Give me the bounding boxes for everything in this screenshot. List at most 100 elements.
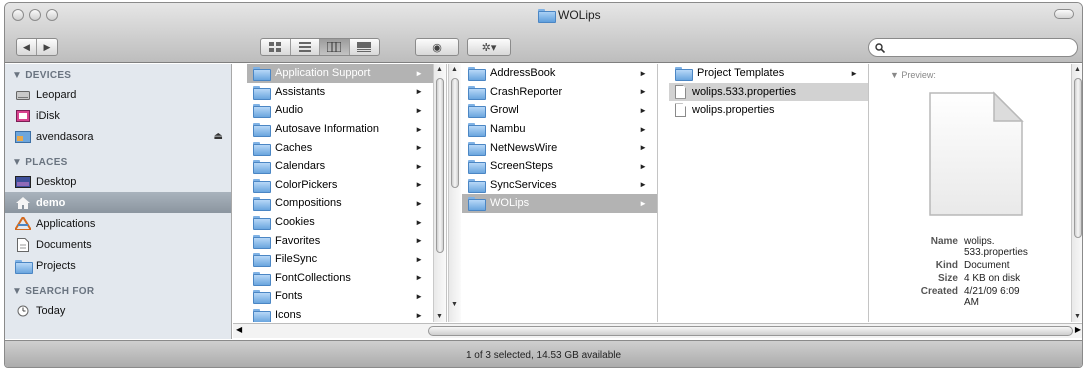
sidebar-item-label: Today xyxy=(36,304,66,317)
list-item-label: Compositions xyxy=(275,197,342,210)
action-menu-button[interactable]: ✲▾ xyxy=(467,38,511,56)
sidebar-item-label: demo xyxy=(36,196,66,209)
toolbar-toggle-button[interactable] xyxy=(1054,9,1074,19)
sidebar-item-idisk[interactable]: iDisk xyxy=(5,105,231,126)
list-view-button[interactable] xyxy=(291,39,320,55)
sidebar-item-applications[interactable]: Applications xyxy=(5,213,231,234)
column-scrollbar[interactable]: ▲ ▼ xyxy=(433,64,446,322)
list-item[interactable]: FileSync ► xyxy=(247,250,433,269)
sidebar-item-documents[interactable]: Documents xyxy=(5,234,231,255)
list-item[interactable]: ColorPickers ► xyxy=(247,176,433,195)
list-item[interactable]: Fonts ► xyxy=(247,287,433,306)
chevron-right-icon: ► xyxy=(415,236,423,246)
folder-icon xyxy=(253,160,271,175)
list-item[interactable]: SyncServices ► xyxy=(462,176,657,195)
coverflow-view-button[interactable] xyxy=(350,39,379,55)
icon-view-button[interactable] xyxy=(261,39,291,55)
list-item[interactable]: ScreenSteps ► xyxy=(462,157,657,176)
minimize-button[interactable] xyxy=(29,9,41,21)
list-item[interactable]: Application Support ► xyxy=(247,64,433,83)
list-item[interactable]: Calendars ► xyxy=(247,157,433,176)
column-scrollbar[interactable]: ▲ ▼ xyxy=(448,64,461,322)
folder-icon xyxy=(253,216,271,231)
list-item[interactable]: Nambu ► xyxy=(462,120,657,139)
list-item[interactable]: Audio ► xyxy=(247,101,433,120)
column-view-button[interactable] xyxy=(320,39,350,55)
horizontal-scroll-thumb[interactable] xyxy=(428,326,1073,336)
title-bar: WOLips ◀ ▶ ◉ ✲▾ xyxy=(5,3,1082,63)
list-item-label: Calendars xyxy=(275,160,326,173)
finder-window: WOLips ◀ ▶ ◉ ✲▾ ▼ DEVICES Leopard iDisk … xyxy=(4,2,1083,368)
folder-icon xyxy=(253,141,271,156)
folder-icon xyxy=(468,85,486,100)
scroll-up-arrow-icon[interactable]: ▲ xyxy=(451,66,458,73)
scroll-thumb[interactable] xyxy=(1074,78,1082,238)
preview-scrollbar[interactable]: ▲ ▼ xyxy=(1071,64,1082,322)
sidebar-item-demo[interactable]: demo xyxy=(5,192,231,213)
forward-button[interactable]: ▶ xyxy=(37,39,57,55)
kind-key: Kind xyxy=(935,260,958,271)
list-item-label: FontCollections xyxy=(275,271,351,284)
chevron-right-icon: ► xyxy=(415,161,423,171)
list-item[interactable]: Cookies ► xyxy=(247,213,433,232)
preview-heading[interactable]: ▼ Preview: xyxy=(890,70,936,80)
sidebar-item-leopard[interactable]: Leopard xyxy=(5,84,231,105)
zoom-button[interactable] xyxy=(46,9,58,21)
eject-icon[interactable]: ⏏ xyxy=(214,131,223,142)
list-item[interactable]: Caches ► xyxy=(247,138,433,157)
list-item-label: Icons xyxy=(275,309,302,322)
scroll-right-arrow-icon[interactable]: ▶ xyxy=(1075,325,1081,334)
chevron-right-icon: ► xyxy=(415,254,423,264)
scroll-thumb[interactable] xyxy=(436,78,444,253)
column-library: ▲ ▼ Application Support ► Assistants ► Aud… xyxy=(233,64,447,322)
list-item[interactable]: NetNewsWire ► xyxy=(462,138,657,157)
sidebar-item-projects[interactable]: Projects xyxy=(5,255,231,276)
chevron-right-icon: ► xyxy=(415,87,423,97)
scroll-down-arrow-icon[interactable]: ▼ xyxy=(451,301,458,308)
scroll-down-arrow-icon[interactable]: ▼ xyxy=(436,313,443,320)
chevron-right-icon: ► xyxy=(850,68,858,78)
chevron-right-icon: ► xyxy=(639,124,647,134)
horizontal-scrollbar[interactable]: ◀ ▶ xyxy=(233,323,1082,338)
list-item[interactable]: WOLips ► xyxy=(462,194,657,213)
scroll-thumb[interactable] xyxy=(451,78,459,188)
sidebar-item-today[interactable]: Today xyxy=(5,300,231,321)
sidebar-item-avendasora[interactable]: avendasora ⏏ xyxy=(5,126,231,147)
list-item[interactable]: Growl ► xyxy=(462,101,657,120)
list-item-label: Autosave Information xyxy=(275,123,379,136)
scroll-left-arrow-icon[interactable]: ◀ xyxy=(236,325,242,334)
list-item[interactable]: Assistants ► xyxy=(247,83,433,102)
scroll-up-arrow-icon[interactable]: ▲ xyxy=(1074,66,1081,73)
list-item[interactable]: wolips.properties xyxy=(669,101,868,120)
folder-icon xyxy=(253,271,271,286)
places-heading[interactable]: ▼ PLACES xyxy=(5,151,231,171)
quick-look-button[interactable]: ◉ xyxy=(415,38,459,56)
list-item[interactable]: Autosave Information ► xyxy=(247,120,433,139)
list-item[interactable]: Icons ► xyxy=(247,306,433,322)
search-for-heading[interactable]: ▼ SEARCH FOR xyxy=(5,280,231,300)
chevron-right-icon: ► xyxy=(415,310,423,320)
close-button[interactable] xyxy=(12,9,24,21)
folder-icon xyxy=(468,178,486,193)
list-item[interactable]: Favorites ► xyxy=(247,231,433,250)
chevron-right-icon: ► xyxy=(415,291,423,301)
list-item[interactable]: AddressBook ► xyxy=(462,64,657,83)
devices-heading[interactable]: ▼ DEVICES xyxy=(5,64,231,84)
search-input[interactable] xyxy=(889,41,1077,54)
folder-icon xyxy=(253,197,271,212)
network-disk-icon xyxy=(15,130,31,143)
back-button[interactable]: ◀ xyxy=(17,39,38,55)
size-value: 4 KB on disk xyxy=(964,273,1021,284)
list-item[interactable]: CrashReporter ► xyxy=(462,83,657,102)
list-item[interactable]: Project Templates ► xyxy=(669,64,868,83)
chevron-right-icon: ► xyxy=(415,198,423,208)
search-field[interactable] xyxy=(868,38,1078,57)
sidebar-item-label: Projects xyxy=(36,259,76,272)
sidebar-item-desktop[interactable]: Desktop xyxy=(5,171,231,192)
list-item[interactable]: FontCollections ► xyxy=(247,269,433,288)
scroll-down-arrow-icon[interactable]: ▼ xyxy=(1074,313,1081,320)
list-item-label: Assistants xyxy=(275,85,326,98)
list-item[interactable]: Compositions ► xyxy=(247,194,433,213)
scroll-up-arrow-icon[interactable]: ▲ xyxy=(436,66,443,73)
list-item[interactable]: wolips.533.properties xyxy=(669,82,868,102)
